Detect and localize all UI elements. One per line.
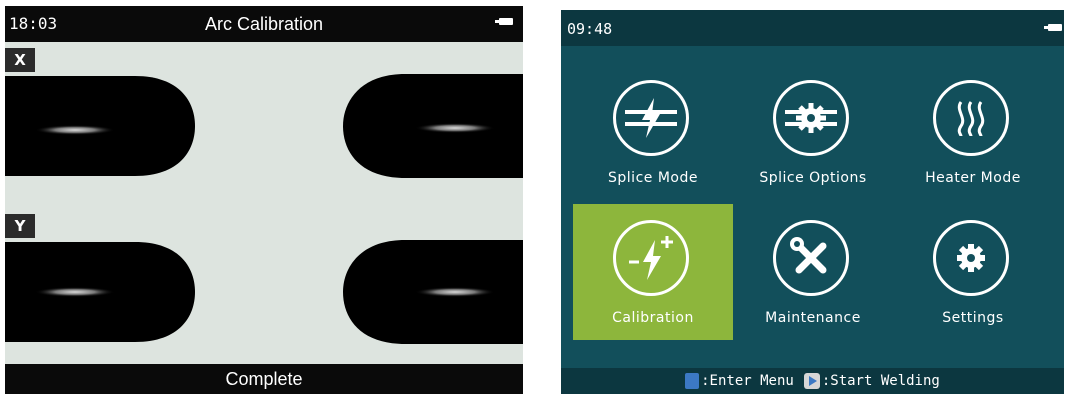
menu-item-label: Calibration [612, 310, 694, 326]
fiber-view-y: Y [5, 208, 523, 374]
splice-mode-icon [613, 80, 689, 156]
menu-item-label: Splice Options [759, 170, 867, 186]
menu-item-label: Maintenance [765, 310, 861, 326]
menu-item-settings[interactable]: Settings [893, 204, 1053, 340]
menu-item-label: Splice Mode [608, 170, 698, 186]
calibration-icon [613, 220, 689, 296]
hint-start-welding: :Start Welding [821, 373, 940, 389]
key-hint-bar: :Enter Menu :Start Welding [561, 368, 1064, 394]
arc-calibration-screen: 18:03 Arc Calibration X Y Complete [5, 6, 523, 394]
menu-item-splice-options[interactable]: Splice Options [733, 64, 893, 200]
settings-icon [933, 220, 1009, 296]
fiber-image-x [5, 74, 523, 178]
clock: 09:48 [567, 20, 613, 38]
battery-icon [1044, 24, 1062, 31]
hint-enter-menu: :Enter Menu [701, 373, 794, 389]
heater-mode-icon [933, 80, 1009, 156]
menu-item-heater-mode[interactable]: Heater Mode [893, 64, 1053, 200]
menu-item-maintenance[interactable]: Maintenance [733, 204, 893, 340]
menu-item-splice-mode[interactable]: Splice Mode [573, 64, 733, 200]
battery-icon [495, 18, 513, 25]
axis-x-label: X [5, 48, 35, 72]
fiber-view-x: X [5, 42, 523, 209]
menu-item-label: Settings [942, 310, 1004, 326]
menu-item-label: Heater Mode [925, 170, 1021, 186]
splice-options-icon [773, 80, 849, 156]
menu-status-bar: 09:48 [561, 10, 1064, 46]
start-key-icon [803, 373, 820, 389]
screen-title: Arc Calibration [204, 14, 324, 34]
maintenance-icon [773, 220, 849, 296]
main-menu-screen: 09:48 Splice Mode Splice Options Heater … [561, 10, 1064, 394]
calibration-result: Complete [5, 364, 523, 394]
menu-key-icon [685, 373, 700, 389]
axis-y-label: Y [5, 214, 35, 238]
calibration-status-bar: 18:03 Arc Calibration [5, 6, 523, 42]
fiber-image-y [5, 240, 523, 344]
menu-item-calibration[interactable]: Calibration [573, 204, 733, 340]
